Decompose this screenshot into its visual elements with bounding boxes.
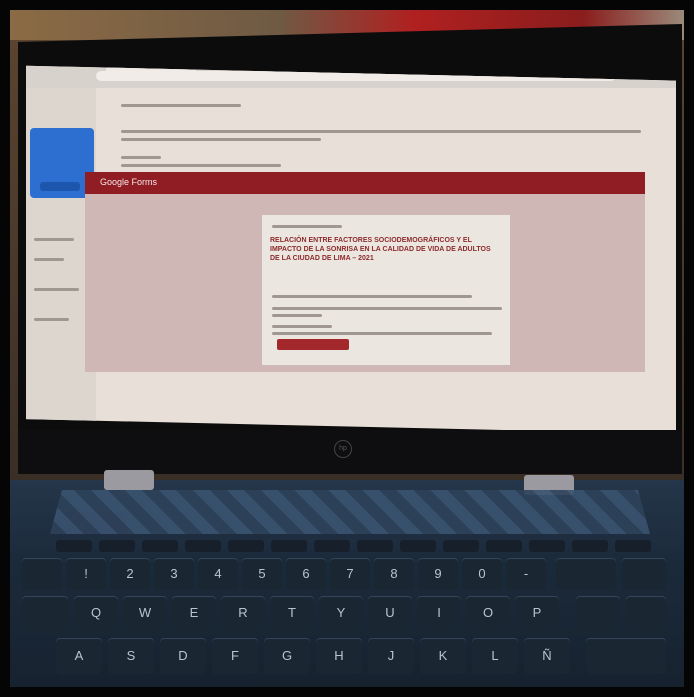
keyboard-key[interactable]: Ñ bbox=[524, 638, 570, 674]
card-line bbox=[272, 307, 502, 310]
keyboard-key[interactable]: R bbox=[221, 596, 265, 630]
email-line bbox=[121, 104, 241, 107]
function-key[interactable] bbox=[56, 540, 92, 552]
keyboard-key[interactable]: L bbox=[472, 638, 518, 674]
keyboard-key[interactable]: G bbox=[264, 638, 310, 674]
sidebar-line bbox=[34, 318, 69, 321]
card-line bbox=[272, 325, 332, 328]
hinge-left bbox=[104, 470, 154, 490]
keyboard-key[interactable]: D bbox=[160, 638, 206, 674]
keyboard-key[interactable]: P bbox=[515, 596, 559, 630]
function-key[interactable] bbox=[314, 540, 350, 552]
card-line bbox=[272, 332, 492, 335]
keyboard-key[interactable] bbox=[626, 596, 666, 630]
keyboard-key[interactable]: J bbox=[368, 638, 414, 674]
keyboard-key[interactable]: Q bbox=[74, 596, 118, 630]
keyboard-key[interactable]: O bbox=[466, 596, 510, 630]
keyboard-key[interactable]: U bbox=[368, 596, 412, 630]
promo-button bbox=[40, 182, 80, 191]
keyboard-key[interactable]: T bbox=[270, 596, 314, 630]
keyboard-key[interactable]: S bbox=[108, 638, 154, 674]
speaker-grille bbox=[50, 490, 650, 534]
keyboard-key[interactable]: H bbox=[316, 638, 362, 674]
email-line bbox=[121, 138, 321, 141]
email-line bbox=[121, 130, 641, 133]
google-forms-banner bbox=[85, 172, 645, 194]
function-key[interactable] bbox=[400, 540, 436, 552]
keyboard-key[interactable]: 7 bbox=[330, 558, 370, 590]
email-line bbox=[121, 164, 281, 167]
keyboard-key[interactable]: Y bbox=[319, 596, 363, 630]
keyboard-key[interactable]: F bbox=[212, 638, 258, 674]
function-key[interactable] bbox=[486, 540, 522, 552]
keyboard-key[interactable]: I bbox=[417, 596, 461, 630]
sidebar-line bbox=[34, 258, 64, 261]
keyboard-key[interactable] bbox=[22, 558, 62, 590]
fill-form-button bbox=[277, 339, 349, 350]
keyboard-key[interactable]: 3 bbox=[154, 558, 194, 590]
keyboard-key[interactable]: 9 bbox=[418, 558, 458, 590]
keyboard-key[interactable]: A bbox=[56, 638, 102, 674]
keyboard-key[interactable]: ! bbox=[66, 558, 106, 590]
keyboard: ! 2 3 4 5 6 7 8 9 0- Q W E R T Y U I O P A S D F G H J K L Ñ bbox=[16, 534, 680, 694]
sidebar-line bbox=[34, 238, 74, 241]
card-line bbox=[272, 295, 472, 298]
keyboard-key[interactable]: 6 bbox=[286, 558, 326, 590]
function-key[interactable] bbox=[185, 540, 221, 552]
keyboard-key[interactable]: 4 bbox=[198, 558, 238, 590]
keyboard-key[interactable] bbox=[622, 558, 666, 590]
sidebar-line bbox=[34, 288, 79, 291]
keyboard-key[interactable] bbox=[556, 558, 616, 590]
photo-scene: Google Forms RELACIÓN ENTRE FACTORES SOC… bbox=[0, 0, 694, 697]
keyboard-key[interactable]: K bbox=[420, 638, 466, 674]
keyboard-key[interactable]: 5 bbox=[242, 558, 282, 590]
email-line bbox=[121, 156, 161, 159]
keyboard-key[interactable] bbox=[576, 596, 620, 630]
function-key[interactable] bbox=[99, 540, 135, 552]
keyboard-key[interactable] bbox=[22, 596, 68, 630]
function-key[interactable] bbox=[572, 540, 608, 552]
function-key[interactable] bbox=[529, 540, 565, 552]
function-key[interactable] bbox=[357, 540, 393, 552]
keyboard-key[interactable]: E bbox=[172, 596, 216, 630]
card-line bbox=[272, 314, 322, 317]
keyboard-key[interactable]: 8 bbox=[374, 558, 414, 590]
form-title: RELACIÓN ENTRE FACTORES SOCIODEMOGRÁFICO… bbox=[270, 237, 491, 262]
function-key[interactable] bbox=[443, 540, 479, 552]
function-key[interactable] bbox=[271, 540, 307, 552]
hp-logo-icon: hp bbox=[334, 440, 352, 458]
keyboard-key[interactable]: - bbox=[506, 558, 546, 590]
keyboard-key[interactable]: 2 bbox=[110, 558, 150, 590]
keyboard-key[interactable]: W bbox=[123, 596, 167, 630]
card-line bbox=[272, 225, 342, 228]
function-key[interactable] bbox=[228, 540, 264, 552]
keyboard-key[interactable] bbox=[586, 638, 666, 674]
google-forms-logo: Google Forms bbox=[100, 177, 158, 187]
keyboard-key[interactable]: 0 bbox=[462, 558, 502, 590]
function-key[interactable] bbox=[615, 540, 651, 552]
function-key[interactable] bbox=[142, 540, 178, 552]
